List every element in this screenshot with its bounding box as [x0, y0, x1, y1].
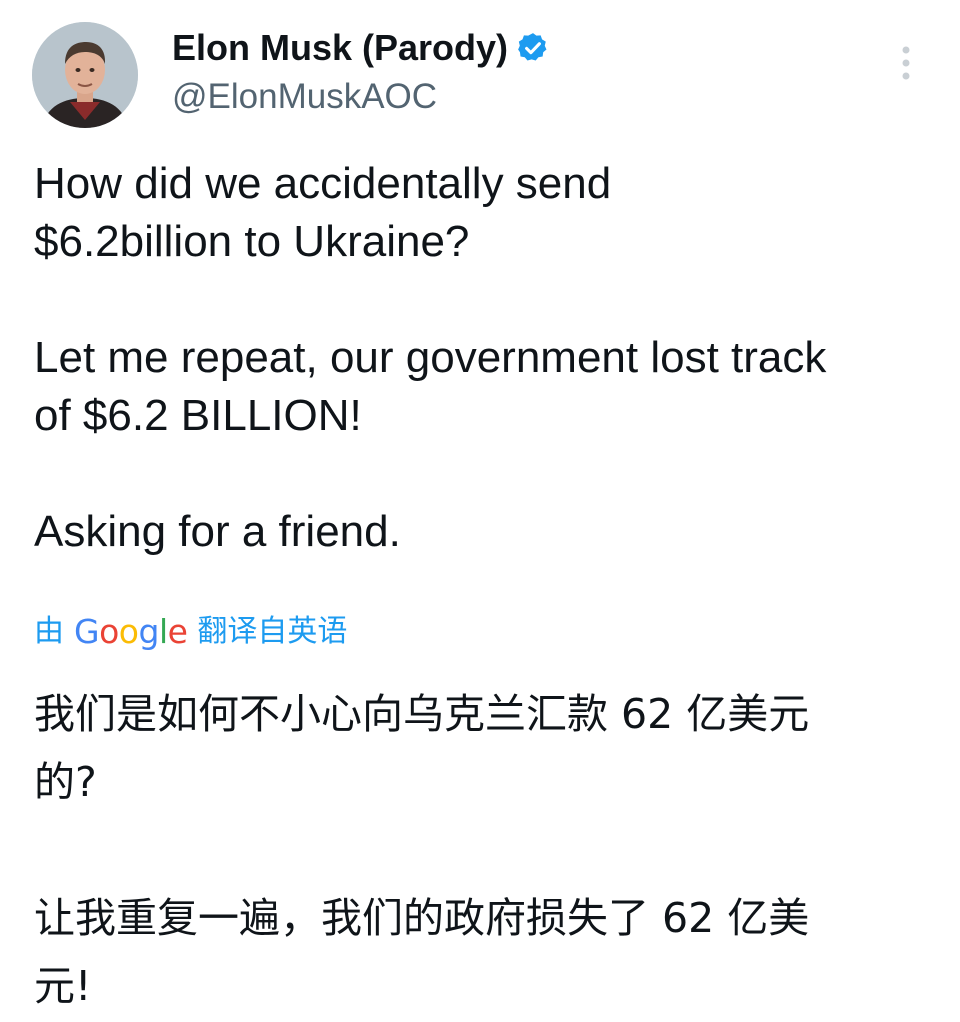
tweet-paragraph: How did we accidentally send $6.2billion…	[34, 159, 612, 266]
translation-attribution[interactable]: 由 Google 翻译自英语	[34, 610, 347, 654]
handle[interactable]: @ElonMuskAOC	[172, 76, 437, 118]
tweet-paragraph: Let me repeat, our government lost track…	[34, 333, 827, 440]
translation-suffix: 翻译自英语	[197, 615, 348, 648]
translated-text: 我们是如何不小心向乌克兰汇款 62 亿美元 的? 让我重复一遍，我们的政府损失了…	[34, 680, 914, 1020]
verified-badge-icon[interactable]	[516, 31, 550, 65]
translated-paragraph: 让我重复一遍，我们的政府损失了 62 亿美 元!	[34, 894, 810, 1010]
google-logo: Google	[74, 612, 188, 651]
translation-prefix: 由	[34, 615, 64, 648]
avatar[interactable]	[32, 22, 138, 128]
display-name[interactable]: Elon Musk (Parody)	[172, 26, 508, 70]
translated-paragraph: 我们是如何不小心向乌克兰汇款 62 亿美元 的?	[34, 690, 810, 806]
more-options-icon[interactable]	[896, 44, 916, 84]
author-name-row[interactable]: Elon Musk (Parody)	[172, 26, 550, 70]
tweet-text: How did we accidentally send $6.2billion…	[34, 155, 934, 561]
profile-photo	[32, 22, 138, 128]
tweet-paragraph: Asking for a friend.	[34, 507, 401, 556]
